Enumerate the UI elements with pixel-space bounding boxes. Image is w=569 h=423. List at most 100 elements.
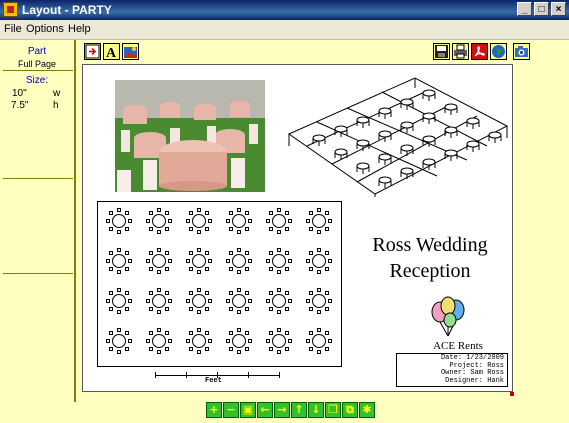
- tent-table: [400, 167, 414, 175]
- pan-down-button[interactable]: ↓: [308, 402, 324, 418]
- zoom-out-icon: −: [226, 403, 236, 416]
- zoom-in-button[interactable]: +: [206, 402, 222, 418]
- zoom-in-icon: +: [209, 403, 219, 416]
- tent-table: [444, 103, 458, 111]
- round-table[interactable]: [146, 288, 172, 314]
- tables-photo-image: [115, 80, 265, 192]
- round-table[interactable]: [306, 328, 332, 354]
- fit-page-button[interactable]: ▣: [240, 402, 256, 418]
- fit-page-icon: ▣: [242, 403, 254, 416]
- tent-table: [378, 176, 392, 184]
- round-table[interactable]: [306, 248, 332, 274]
- pan-right-button[interactable]: →: [274, 402, 290, 418]
- close-button[interactable]: ×: [551, 2, 566, 16]
- event-title-line2: Reception: [389, 260, 471, 282]
- menu-options[interactable]: Options: [26, 23, 64, 35]
- print-icon: [454, 44, 467, 59]
- round-table[interactable]: [266, 208, 292, 234]
- print-button[interactable]: [452, 43, 469, 60]
- tent-table: [400, 144, 414, 152]
- round-table[interactable]: [186, 288, 212, 314]
- insert-frame-icon: [85, 44, 100, 59]
- tent-table: [466, 140, 480, 148]
- tent-table: [356, 162, 370, 170]
- round-table[interactable]: [186, 328, 212, 354]
- add-image-button[interactable]: [122, 43, 139, 60]
- save-button[interactable]: [433, 43, 450, 60]
- zoom-out-button[interactable]: −: [223, 402, 239, 418]
- tent-table: [378, 130, 392, 138]
- menu-help[interactable]: Help: [68, 23, 91, 35]
- info-label: Designer:: [445, 376, 488, 385]
- sidebar: Part Full Page Size: 10" w 7.5" h: [0, 40, 76, 402]
- tent-table: [356, 139, 370, 147]
- round-table[interactable]: [106, 208, 132, 234]
- pan-left-button[interactable]: ←: [257, 402, 273, 418]
- copy-button[interactable]: ❐: [325, 402, 341, 418]
- project-info-box[interactable]: Date: 1/23/2009 Project: Ross Owner: Sam R…: [396, 353, 508, 387]
- sidebar-divider: [3, 178, 73, 179]
- tent-table: [422, 135, 436, 143]
- paste-button[interactable]: ⧉: [342, 402, 358, 418]
- paste-icon: ⧉: [346, 403, 354, 416]
- tent-table: [334, 125, 348, 133]
- tent-table: [312, 134, 326, 142]
- round-table[interactable]: [226, 248, 252, 274]
- text-button[interactable]: A: [103, 43, 120, 61]
- round-table[interactable]: [146, 208, 172, 234]
- round-table[interactable]: [186, 248, 212, 274]
- round-table[interactable]: [106, 248, 132, 274]
- copy-icon: ❐: [328, 403, 338, 416]
- event-title[interactable]: Ross Wedding Reception: [350, 232, 510, 284]
- round-table[interactable]: [306, 288, 332, 314]
- tent-table: [422, 89, 436, 97]
- globe-button[interactable]: [490, 43, 507, 60]
- app-icon[interactable]: [3, 2, 18, 17]
- round-table[interactable]: [106, 288, 132, 314]
- tent-table: [422, 158, 436, 166]
- navigation-toolbar: + − ▣ ← → ↑ ↓ ❐ ⧉ ✱: [206, 402, 390, 418]
- save-icon: [435, 45, 448, 58]
- sidebar-divider: [3, 273, 73, 274]
- refresh-button[interactable]: ✱: [359, 402, 375, 418]
- tent-3d-drawing: [287, 77, 509, 197]
- round-table[interactable]: [266, 328, 292, 354]
- insert-frame-button[interactable]: [84, 43, 101, 60]
- svg-text:A: A: [106, 46, 117, 59]
- venue-photo[interactable]: [115, 80, 265, 192]
- width-unit: w: [53, 88, 61, 99]
- scale-bar: Feet: [155, 372, 280, 386]
- round-table[interactable]: [146, 328, 172, 354]
- floor-plan[interactable]: [97, 201, 342, 367]
- info-value: Hank: [487, 376, 504, 385]
- tent-table: [444, 149, 458, 157]
- page-corner-handle[interactable]: [510, 392, 514, 396]
- tent-table: [400, 121, 414, 129]
- round-table[interactable]: [146, 248, 172, 274]
- menu-file[interactable]: File: [4, 23, 22, 35]
- camera-button[interactable]: [513, 43, 530, 60]
- round-table[interactable]: [106, 328, 132, 354]
- maximize-button[interactable]: □: [534, 2, 549, 16]
- pan-up-button[interactable]: ↑: [291, 402, 307, 418]
- add-image-icon: [124, 47, 137, 58]
- window-title: Layout - PARTY: [22, 3, 112, 17]
- round-table[interactable]: [266, 288, 292, 314]
- title-bar: Layout - PARTY _ □ ×: [0, 0, 569, 20]
- round-table[interactable]: [226, 208, 252, 234]
- minimize-button[interactable]: _: [517, 2, 532, 16]
- round-table[interactable]: [266, 248, 292, 274]
- menu-bar: File Options Help: [0, 20, 569, 40]
- tent-table: [422, 112, 436, 120]
- part-label[interactable]: Part: [0, 46, 74, 57]
- balloons-icon: [431, 296, 465, 337]
- company-name: ACE Rents: [433, 340, 483, 352]
- globe-icon: [492, 45, 505, 58]
- pdf-button[interactable]: [471, 43, 488, 60]
- height-value: 7.5": [11, 100, 29, 111]
- round-table[interactable]: [186, 208, 212, 234]
- round-table[interactable]: [226, 288, 252, 314]
- size-label: Size:: [25, 75, 49, 86]
- round-table[interactable]: [306, 208, 332, 234]
- round-table[interactable]: [226, 328, 252, 354]
